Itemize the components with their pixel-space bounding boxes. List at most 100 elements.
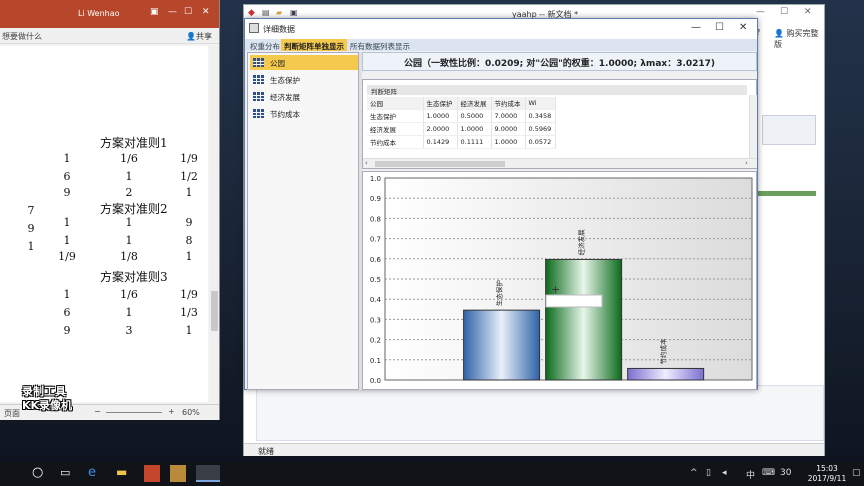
tray-chevron-icon[interactable]: ^ (690, 468, 698, 478)
matrix-cell: 2 (125, 186, 133, 199)
dialog-title-bar: 详细数据 — ☐ ✕ (245, 19, 757, 39)
list-item-label: 公园 (270, 59, 285, 68)
zoom-out-icon[interactable]: − (94, 407, 101, 416)
open-folder-icon[interactable]: ▰ (276, 8, 282, 17)
y-tick-label: 0.7 (370, 236, 381, 244)
watermark-line: 录制工具 (22, 385, 66, 398)
matrix-cell: 1 (125, 306, 133, 319)
matrix-title: 方案对准则2 (100, 202, 168, 216)
matrix-horizontal-scrollbar[interactable]: ‹ › (363, 158, 757, 168)
minimize-icon[interactable]: — (168, 7, 177, 17)
task-view-icon[interactable]: ▭ (60, 466, 70, 479)
grid-icon (253, 75, 264, 84)
maximize-icon[interactable]: ☐ (184, 7, 192, 17)
tray-number[interactable]: 30 (780, 468, 791, 478)
maximize-icon[interactable]: ☐ (715, 22, 724, 33)
chart-tooltip-box (545, 294, 603, 308)
table-cell: 0.3458 (525, 109, 556, 123)
y-tick-label: 0.9 (370, 195, 381, 203)
tab-weight-distribution[interactable]: 权重分布 (247, 39, 283, 51)
dialog-title: 详细数据 (263, 25, 295, 34)
buy-full-version-button[interactable]: 👤 购买完整版 (774, 28, 824, 50)
bar[interactable] (545, 258, 623, 381)
matrix-cell: 9 (63, 186, 71, 199)
word-title-bar: Li Wenhao ▣ — ☐ ✕ (0, 0, 219, 28)
zoom-in-icon[interactable]: + (168, 407, 175, 416)
status-page-label: 页面 (4, 409, 20, 418)
matrix-cell: 9 (27, 222, 35, 235)
maximize-icon[interactable]: ☐ (780, 7, 788, 17)
network-icon[interactable]: ▯ (706, 468, 711, 478)
close-icon[interactable]: ✕ (739, 22, 747, 33)
list-item-ecology[interactable]: 生态保护 (250, 72, 358, 87)
y-tick-label: 0.5 (370, 276, 381, 284)
consistency-header: 公园（一致性比例：0.0209; 对"公园"的权重：1.0000; λmax：3… (362, 52, 757, 71)
bar[interactable] (463, 309, 541, 381)
list-item-park[interactable]: 公园 (250, 55, 358, 70)
matrix-cell: 1/9 (58, 250, 76, 263)
close-icon[interactable]: ✕ (202, 7, 210, 17)
list-item-label: 经济发展 (270, 93, 300, 102)
tell-me-input[interactable]: 想要做什么 (2, 31, 42, 42)
ime-indicator[interactable]: 中 (746, 468, 755, 481)
powerpoint-icon[interactable] (144, 465, 160, 482)
judgment-matrix-panel: 判断矩阵 公园 生态保护 经济发展 节约成本 Wi 生态保护 1.0000 0.… (362, 79, 757, 169)
file-explorer-icon[interactable]: ▬ (116, 465, 127, 479)
list-item-economy[interactable]: 经济发展 (250, 89, 358, 104)
y-axis-ticks: 0.0 0.1 0.2 0.3 0.4 0.5 0.6 0.7 0.8 0.9 1.0 (370, 175, 382, 385)
matrix-cell: 1 (125, 234, 133, 247)
scroll-left-icon[interactable]: ‹ (365, 159, 368, 167)
table-row[interactable]: 经济发展 2.0000 1.0000 9.0000 0.5969 (367, 122, 556, 136)
notification-icon[interactable]: ▢ (852, 468, 861, 478)
zoom-level[interactable]: 60% (182, 408, 200, 417)
yaahp-taskbar-icon[interactable] (196, 465, 220, 482)
tab-matrix-single[interactable]: 判断矩阵单独显示 (281, 39, 347, 51)
new-doc-icon[interactable]: ▤ (262, 8, 270, 17)
table-cell: 2.0000 (423, 122, 458, 136)
table-cell: 1.0000 (457, 122, 492, 136)
word-vertical-scrollbar[interactable] (209, 46, 219, 402)
matrix-vertical-scrollbar[interactable] (749, 95, 757, 158)
matrix-cell: 1/2 (180, 170, 198, 183)
matrix-title: 方案对准则1 (100, 136, 168, 150)
save-icon[interactable]: ▣ (290, 8, 298, 17)
table-header-row: 公园 生态保护 经济发展 节约成本 Wi (367, 97, 556, 110)
start-windows-icon[interactable]: ○ (32, 465, 43, 480)
bar-category-label: 生态保护 (495, 280, 504, 306)
volume-icon[interactable]: ◂ (722, 468, 727, 478)
minimize-icon[interactable]: — (691, 22, 701, 33)
tab-all-data-list[interactable]: 所有数据列表显示 (347, 39, 413, 51)
scroll-right-icon[interactable]: › (745, 159, 748, 167)
table-cell: 0.1111 (457, 135, 492, 149)
scrollbar-thumb[interactable] (211, 291, 218, 331)
matrix-cell: 1 (27, 240, 35, 253)
grid-icon (253, 58, 264, 67)
ribbon-display-icon[interactable]: ▣ (150, 7, 159, 17)
close-icon[interactable]: ✕ (804, 7, 812, 17)
matrix-title: 方案对准则3 (100, 270, 168, 284)
matrix-cell: 1 (185, 324, 193, 337)
system-clock[interactable]: 15:03 2017/9/11 (796, 464, 858, 484)
matrix-cell: 1 (185, 250, 193, 263)
scrollbar-thumb[interactable] (375, 161, 505, 167)
y-tick-label: 0.6 (370, 256, 382, 264)
table-row[interactable]: 节约成本 0.1429 0.1111 1.0000 0.0572 (367, 135, 556, 149)
word-ribbon: 想要做什么 👤共享 (0, 28, 219, 44)
bar[interactable] (627, 367, 705, 381)
matrix-cell: 9 (185, 216, 193, 229)
table-row[interactable]: 生态保护 1.0000 0.5000 7.0000 0.3458 (367, 109, 556, 123)
list-item-cost[interactable]: 节约成本 (250, 106, 358, 121)
dialog-window-icon (249, 23, 259, 33)
yaahp-status-bar: 就绪 (244, 443, 824, 456)
word-document-page[interactable]: 方案对准则1 1 1/6 1/9 6 1 1/2 9 2 1 7 9 1 方案对… (0, 46, 208, 402)
consistency-summary: 公园（一致性比例：0.0209; 对"公园"的权重：1.0000; λmax：3… (403, 59, 716, 69)
keyboard-icon[interactable]: ⌨ (762, 468, 775, 478)
app-icon[interactable] (170, 465, 186, 482)
share-button[interactable]: 👤共享 (186, 31, 212, 42)
edge-browser-icon[interactable]: e (88, 465, 96, 480)
matrix-caption-bar: 判断矩阵 (367, 85, 747, 96)
word-title: Li Wenhao (78, 9, 120, 18)
zoom-slider[interactable] (106, 412, 162, 413)
minimize-icon[interactable]: — (756, 7, 765, 17)
bar-category-label: 经济发展 (577, 229, 586, 256)
